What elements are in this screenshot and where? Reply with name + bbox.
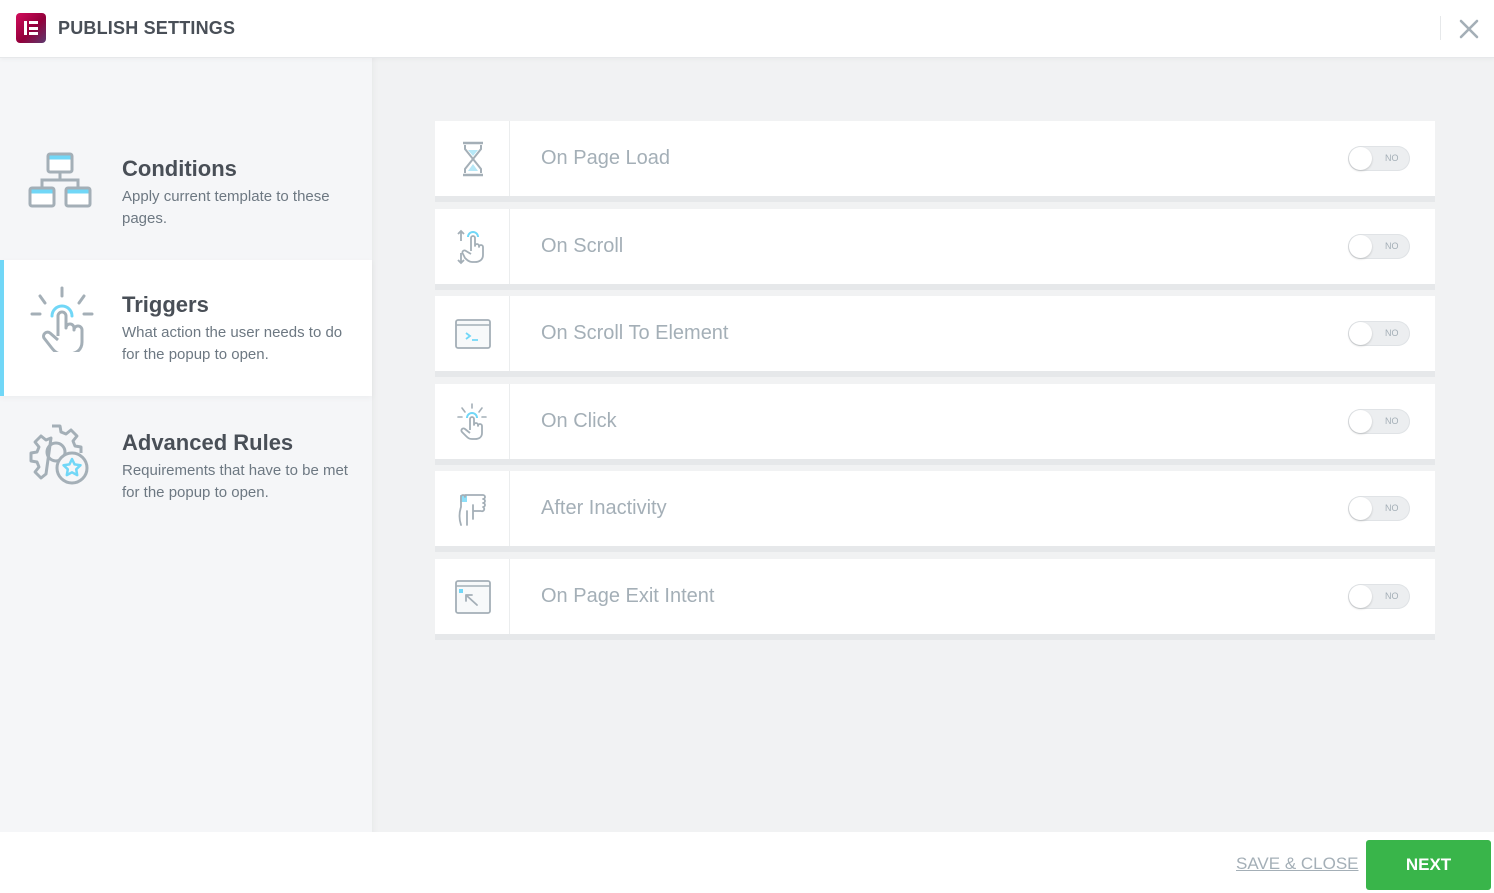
toggle-knob [1349,410,1372,433]
header-divider [1440,16,1441,40]
toggle-knob [1349,585,1372,608]
trigger-label: On Scroll To Element [541,322,729,344]
sitemap-icon [28,152,92,208]
trigger-row-after-inactivity: After Inactivity NO [435,471,1435,546]
toggle-state-label: NO [1385,328,1399,338]
gear-star-icon [29,424,89,485]
scroll-hand-icon [457,229,484,265]
elementor-logo-icon [16,13,46,43]
click-hand-icon [457,403,487,440]
toggle-knob [1349,147,1372,170]
triggers-panel: On Page Load NO On Scroll NO On Scroll T… [372,58,1494,832]
settings-sidebar: Conditions Apply current template to the… [0,58,372,832]
trigger-toggle[interactable]: NO [1348,146,1410,171]
trigger-toggle[interactable]: NO [1348,496,1410,521]
sidebar-item-description: Apply current template to these pages. [122,188,330,227]
trigger-row-on-scroll-to-element: On Scroll To Element NO [435,296,1435,371]
sidebar-item-description: What action the user needs to do for the… [122,324,343,363]
trigger-label: On Page Load [541,147,670,169]
close-icon [1459,19,1479,39]
sidebar-item-advanced-rules[interactable]: Advanced Rules Requirements that have to… [0,398,372,534]
trigger-toggle[interactable]: NO [1348,409,1410,434]
hourglass-icon [463,141,483,177]
sidebar-item-conditions[interactable]: Conditions Apply current template to the… [0,122,372,258]
toggle-state-label: NO [1385,591,1399,601]
toggle-state-label: NO [1385,503,1399,513]
trigger-label: On Page Exit Intent [541,585,715,607]
trigger-label: After Inactivity [541,497,667,519]
toggle-state-label: NO [1385,416,1399,426]
close-button[interactable] [1456,16,1482,42]
toggle-knob [1349,497,1372,520]
tap-hand-icon [30,286,94,352]
sidebar-item-triggers[interactable]: Triggers What action the user needs to d… [0,260,372,396]
trigger-label: On Scroll [541,235,624,257]
inactive-hand-icon [458,494,486,526]
toggle-state-label: NO [1385,153,1399,163]
next-button[interactable]: NEXT [1366,840,1491,890]
trigger-row-on-page-exit-intent: On Page Exit Intent NO [435,559,1435,634]
trigger-toggle[interactable]: NO [1348,234,1410,259]
trigger-row-on-click: On Click NO [435,384,1435,459]
terminal-window-icon [455,319,491,349]
save-and-close-link[interactable]: SAVE & CLOSE [1236,854,1359,874]
sidebar-item-description: Requirements that have to be met for the… [122,462,348,501]
modal-title: PUBLISH SETTINGS [58,18,236,38]
trigger-row-on-page-load: On Page Load NO [435,121,1435,196]
toggle-knob [1349,322,1372,345]
trigger-row-on-scroll: On Scroll NO [435,209,1435,284]
sidebar-item-title: Advanced Rules [122,430,294,455]
toggle-state-label: NO [1385,241,1399,251]
trigger-toggle[interactable]: NO [1348,321,1410,346]
toggle-knob [1349,235,1372,258]
trigger-toggle[interactable]: NO [1348,584,1410,609]
exit-window-icon [455,580,491,614]
modal-footer: SAVE & CLOSE NEXT [0,832,1494,893]
trigger-label: On Click [541,410,617,432]
modal-header: PUBLISH SETTINGS [0,0,1494,58]
sidebar-item-title: Conditions [122,156,237,181]
sidebar-item-title: Triggers [122,292,209,317]
